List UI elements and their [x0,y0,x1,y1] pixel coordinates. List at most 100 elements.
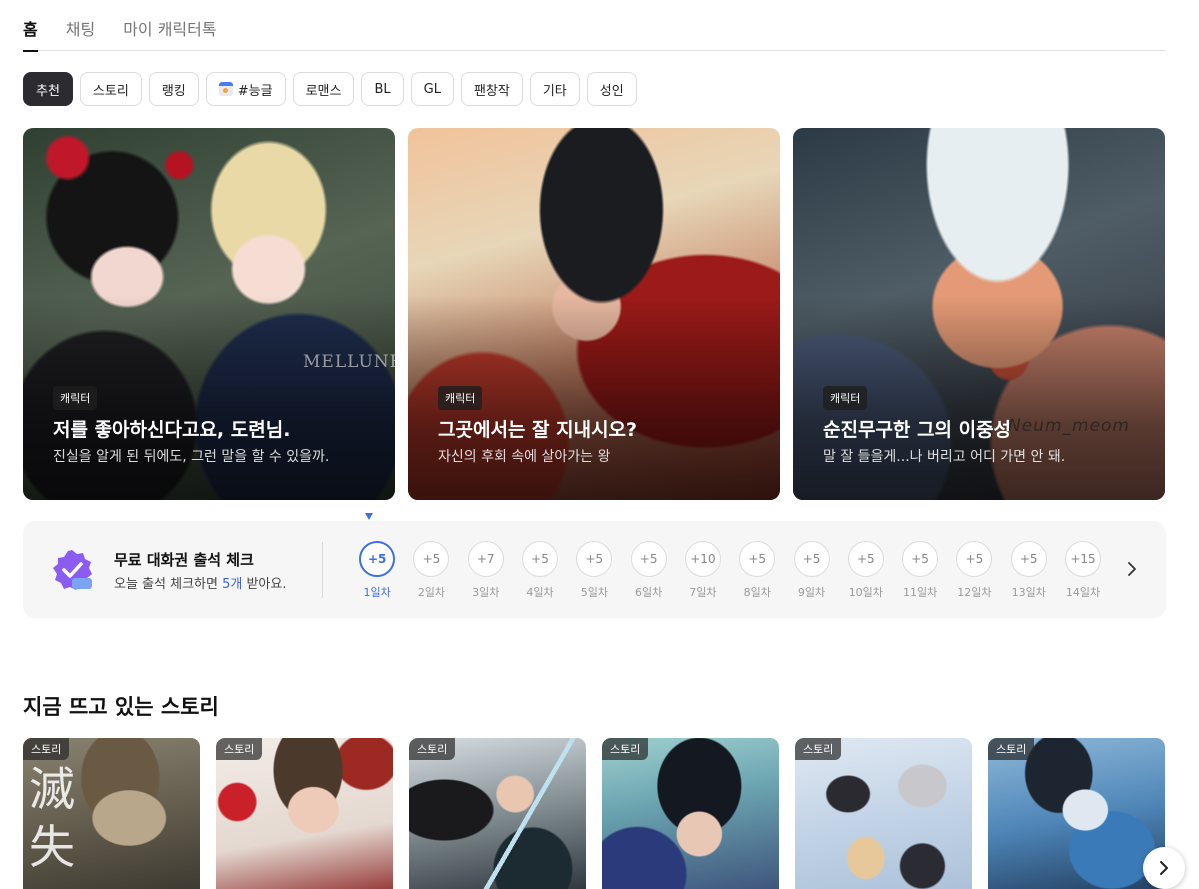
attendance-day-11[interactable]: +5 11일차 [893,541,947,600]
story-badge: 스토리 [23,738,70,760]
today-marker-icon [365,513,373,520]
attendance-day-3[interactable]: +7 3일차 [459,541,513,600]
attendance-days: +5 1일차 +5 2일차 +7 3일차 +5 4일차 +5 5일차 +5 6일차 +10 7일차 +5 8일… [350,541,1110,600]
story-cover-image [988,738,1165,889]
attendance-title: 무료 대화권 출석 체크 [114,551,254,569]
attendance-desc-suffix: 받아요. [242,577,287,592]
reward-circle: +10 [684,541,721,577]
story-badge: 스토리 [409,738,456,760]
tab-my-character-talk[interactable]: 마이 캐릭터톡 [123,0,216,51]
attendance-description: 오늘 출석 체크하면 5개 받아요. [114,573,286,592]
calendar-icon [218,82,233,96]
hero-title: 저를 좋아하신다고요, 도련님. [53,419,291,441]
attendance-day-4[interactable]: +5 4일차 [513,541,567,600]
day-label: 6일차 [635,586,663,599]
day-label: 4일차 [526,586,554,599]
ticket-check-icon [53,550,92,590]
hero-card-3[interactable]: Neum_meom 캐릭터 순진무구한 그의 이중성 말 잘 들을게...나 버… [793,128,1165,500]
attendance-day-2[interactable]: +5 2일차 [404,541,458,600]
hero-card-1[interactable]: MELLUNE 캐릭터 저를 좋아하신다고요, 도련님. 진실을 알게 된 뒤에… [23,128,395,500]
story-badge: 스토리 [988,738,1035,760]
attendance-day-10[interactable]: +5 10일차 [839,541,893,600]
day-label: 12일차 [957,586,992,599]
type-badge: 캐릭터 [823,386,868,410]
chip-etc[interactable]: 기타 [529,72,580,106]
story-cover-image [602,738,779,889]
day-label: 11일차 [902,586,938,599]
day-label: 7일차 [689,586,717,599]
cover-calligraphy: 滅 失 [29,762,75,874]
day-label: 3일차 [472,586,500,599]
divider [322,542,323,598]
attendance-reward-count: 5개 [222,577,243,592]
attendance-day-6[interactable]: +5 6일차 [621,541,675,600]
chevron-right-icon [1160,861,1168,875]
story-badge: 스토리 [795,738,842,760]
day-label: 13일차 [1011,586,1046,599]
reward-circle: +5 [359,541,396,577]
reward-circle: +5 [1010,541,1047,577]
reward-circle: +5 [413,541,450,577]
reward-circle: +5 [847,541,884,577]
attendance-day-14[interactable]: +15 14일차 [1056,541,1110,600]
top-tab-bar: 홈 채팅 마이 캐릭터톡 [23,0,1166,52]
chip-adult[interactable]: 성인 [586,72,637,106]
hero-title: 그곳에서는 잘 지내시오? [438,419,638,441]
attendance-desc-prefix: 오늘 출석 체크하면 [114,577,223,592]
reward-circle: +7 [467,541,504,577]
chevron-right-icon[interactable] [1122,559,1142,579]
chip-fan-creation[interactable]: 팬창작 [460,72,523,106]
attendance-check-panel: 무료 대화권 출석 체크 오늘 출석 체크하면 5개 받아요. +5 1일차 +5 2… [23,513,1166,618]
day-label: 9일차 [797,586,826,599]
story-cover-image [409,738,586,889]
reward-circle: +5 [739,541,776,577]
hero-title: 순진무구한 그의 이중성 [823,419,1012,441]
day-label: 10일차 [848,586,883,599]
chip-story[interactable]: 스토리 [79,72,142,106]
attendance-day-9[interactable]: +5 9일차 [784,541,838,600]
reward-circle: +5 [522,541,559,577]
chip-recommend[interactable]: 추천 [23,72,73,106]
chip-hashtag[interactable]: #능글 [205,72,286,106]
watermark: MELLUNE [303,352,395,372]
tab-home[interactable]: 홈 [23,0,38,52]
attendance-day-13[interactable]: +5 13일차 [1002,541,1056,600]
story-cover-image [795,738,972,889]
chip-hashtag-label: #능글 [237,83,273,99]
story-card-5[interactable]: 스토리 [795,738,972,889]
chip-romance[interactable]: 로맨스 [292,72,355,106]
watermark: Neum_meom [1008,416,1130,436]
reward-circle: +15 [1065,541,1101,577]
story-card-4[interactable]: 스토리 [602,738,779,889]
hero-subtitle: 진실을 알게 된 뒤에도, 그런 말을 할 수 있을까. [53,449,330,465]
attendance-day-8[interactable]: +5 8일차 [730,541,784,600]
tab-chat[interactable]: 채팅 [66,0,95,51]
day-label: 14일차 [1065,586,1101,599]
story-cover-image [216,738,393,889]
reward-circle: +5 [956,541,993,577]
stories-next-button[interactable] [1143,847,1185,889]
hero-card-2[interactable]: 캐릭터 그곳에서는 잘 지내시오? 자신의 후회 속에 살아가는 왕 [408,128,780,500]
attendance-day-5[interactable]: +5 5일차 [567,541,621,600]
chip-gl[interactable]: GL [410,72,454,106]
reward-circle: +5 [630,541,667,577]
story-card-3[interactable]: 스토리 [409,738,586,889]
attendance-day-1[interactable]: +5 1일차 [350,541,404,600]
chip-ranking[interactable]: 랭킹 [148,72,199,106]
category-chips: 추천 스토리 랭킹 #능글 로맨스 BL GL 팬창작 기타 성인 [23,72,637,106]
reward-circle: +5 [793,541,830,577]
story-card-1[interactable]: 滅 失 스토리 [23,738,200,889]
type-badge: 캐릭터 [438,386,483,410]
story-badge: 스토리 [602,738,649,760]
attendance-day-7[interactable]: +10 7일차 [676,541,730,600]
story-card-6[interactable]: 스토리 [988,738,1165,889]
day-label: 2일차 [417,586,446,599]
reward-circle: +5 [902,541,939,577]
story-card-2[interactable]: 스토리 [216,738,393,889]
day-label: 8일차 [743,586,771,599]
story-badge: 스토리 [216,738,263,760]
attendance-day-12[interactable]: +5 12일차 [947,541,1001,600]
section-title: 지금 뜨고 있는 스토리 [23,695,219,719]
reward-circle: +5 [576,541,613,577]
chip-bl[interactable]: BL [361,72,404,106]
